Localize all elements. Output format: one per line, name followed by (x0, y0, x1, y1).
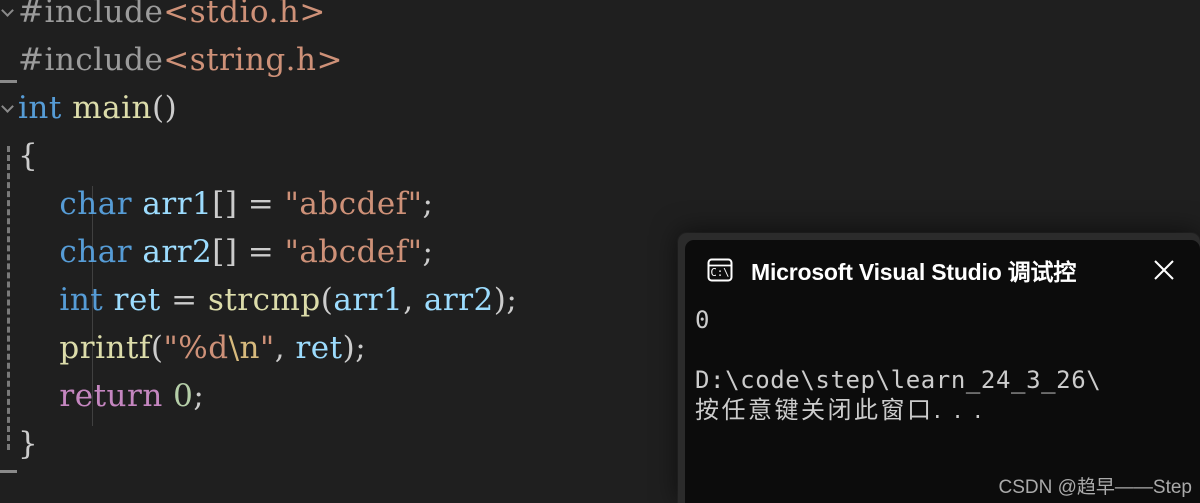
close-icon[interactable] (1150, 256, 1178, 284)
code-token: "abcdef" (284, 186, 423, 222)
code-token: () (151, 90, 178, 126)
console-output-line: 0 (695, 306, 711, 334)
code-line-7[interactable]: int ret = strcmp(arr1, arr2); (18, 276, 517, 324)
code-token: ret (295, 330, 343, 366)
code-token: ret (113, 282, 161, 318)
console-output-line: 按任意键关闭此窗口. . . (695, 396, 985, 424)
code-token: ; (422, 186, 434, 222)
svg-text:C:\: C:\ (711, 267, 730, 279)
code-token: , (274, 330, 296, 366)
code-token: [] = (212, 186, 285, 222)
fold-end-dash-top[interactable] (0, 80, 17, 83)
code-line-6[interactable]: char arr2[] = "abcdef"; (18, 228, 433, 276)
code-line-1[interactable]: #include<stdio.h> (18, 0, 326, 36)
code-token: ); (493, 282, 518, 318)
debug-console-window[interactable]: C:\ Microsoft Visual Studio 调试控 0 D:\code… (678, 233, 1200, 503)
code-token: <string.h> (163, 42, 343, 78)
code-token: return (59, 378, 163, 414)
code-token: = (160, 282, 208, 318)
code-token: ( (320, 282, 334, 318)
code-token: "%d (163, 330, 229, 366)
code-token: #include (18, 42, 164, 78)
code-line-2[interactable]: #include<string.h> (18, 36, 343, 84)
code-token: "abcdef" (284, 234, 423, 270)
console-title-text: Microsoft Visual Studio 调试控 (751, 258, 1077, 285)
fold-end-dash-bottom[interactable] (0, 470, 17, 473)
code-token: , (403, 282, 424, 318)
console-output-area[interactable]: 0 D:\code\step\learn_24_3_26\ 按任意键关闭此窗口. .… (685, 299, 1200, 503)
code-line-4[interactable]: { (18, 132, 38, 180)
code-token: arr2 (423, 282, 494, 318)
fold-chevron-icon[interactable] (2, 4, 17, 19)
code-line-3[interactable]: int main() (18, 84, 177, 132)
code-token: main (72, 90, 152, 126)
code-token: \n (228, 330, 260, 366)
code-token: { (18, 138, 39, 174)
code-token: ; (422, 234, 434, 270)
code-token: arr1 (333, 282, 404, 318)
code-token: " (260, 330, 275, 366)
code-token: char (59, 234, 133, 270)
code-token: 0 (173, 378, 194, 414)
code-token: } (18, 426, 39, 462)
code-token: ( (150, 330, 164, 366)
code-token: arr1 (142, 186, 213, 222)
code-token: arr2 (142, 234, 213, 270)
console-title-bar[interactable]: C:\ Microsoft Visual Studio 调试控 (685, 240, 1200, 299)
code-token: int (18, 90, 62, 126)
code-line-9[interactable]: return 0; (18, 372, 204, 420)
code-token: #include (18, 0, 164, 30)
code-token: ); (342, 330, 367, 366)
console-cmd-icon: C:\ (705, 255, 735, 285)
code-token: [] = (212, 234, 285, 270)
code-token: <stdio.h> (163, 0, 326, 30)
csdn-watermark: CSDN @趋早——Step (998, 477, 1193, 498)
code-token: printf (59, 330, 151, 366)
code-token: char (59, 186, 133, 222)
code-token: int (59, 282, 104, 318)
fold-chevron-icon[interactable] (2, 100, 17, 115)
console-output-line: D:\code\step\learn_24_3_26\ (695, 366, 1102, 394)
code-token: ; (193, 378, 205, 414)
code-line-5[interactable]: char arr1[] = "abcdef"; (18, 180, 433, 228)
code-token: strcmp (207, 282, 321, 318)
code-line-8[interactable]: printf("%d\n", ret); (18, 324, 366, 372)
code-line-10[interactable]: } (18, 420, 38, 468)
